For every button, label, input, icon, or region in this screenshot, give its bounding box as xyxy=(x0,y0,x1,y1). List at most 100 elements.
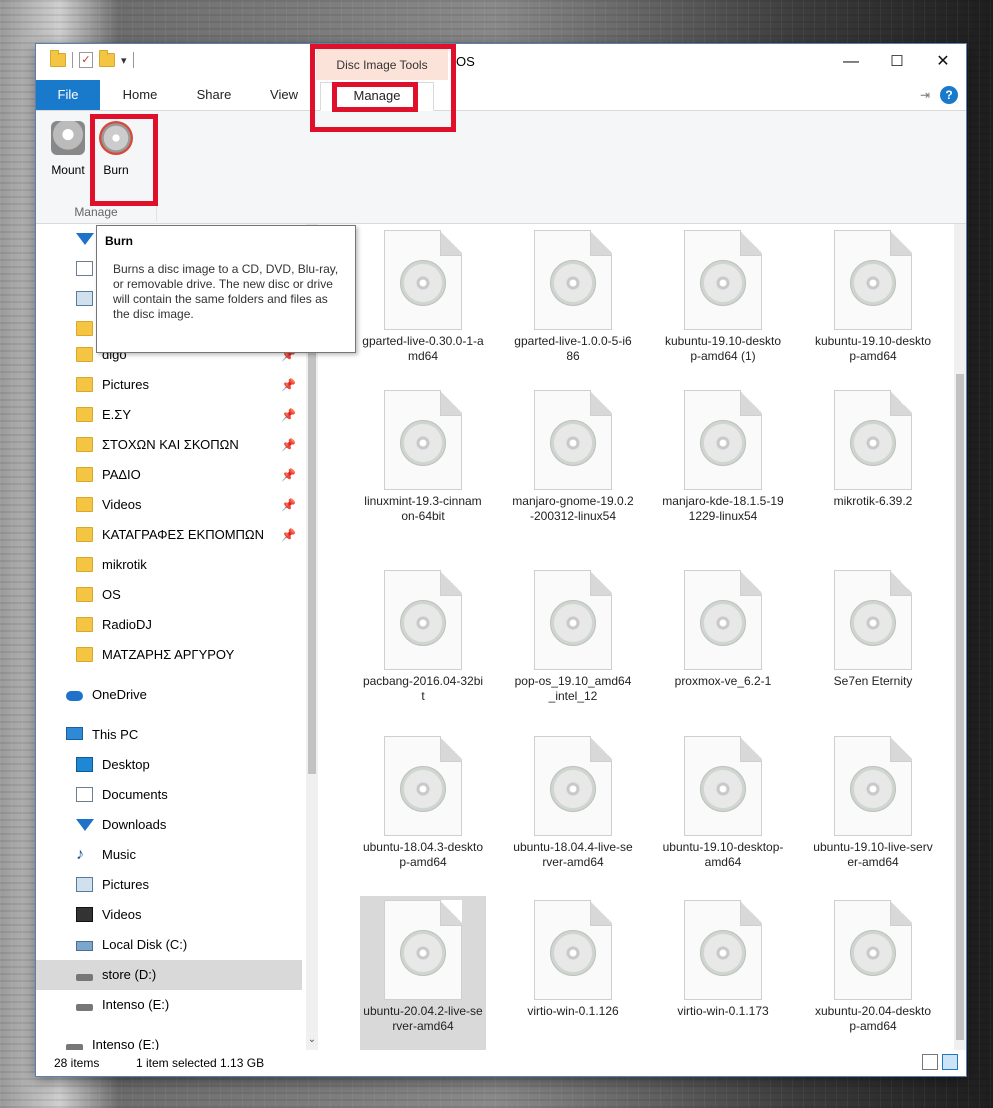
file-item[interactable]: gparted-live-0.30.0-1-amd64 xyxy=(360,226,486,376)
file-item[interactable]: linuxmint-19.3-cinnamon-64bit xyxy=(360,386,486,536)
page-fold xyxy=(890,230,912,256)
nav-item[interactable]: mikrotik xyxy=(36,550,302,580)
file-item[interactable]: ubuntu-18.04.3-desktop-amd64 xyxy=(360,732,486,882)
nav-item[interactable]: store (D:) xyxy=(36,960,302,990)
disc-icon xyxy=(700,260,746,306)
nav-item-label: Desktop xyxy=(102,757,150,772)
nav-item[interactable]: Downloads xyxy=(36,810,302,840)
tab-share[interactable]: Share xyxy=(186,80,242,110)
nav-item[interactable]: Videos 📌 xyxy=(36,490,302,520)
file-item[interactable]: ubuntu-18.04.4-live-server-amd64 xyxy=(510,732,636,882)
disc-icon xyxy=(550,600,596,646)
nav-item[interactable]: Pictures 📌 xyxy=(36,370,302,400)
nav-item-label: Videos xyxy=(102,907,142,922)
local-disk-icon xyxy=(76,941,93,951)
nav-item[interactable]: Pictures xyxy=(36,870,302,900)
nav-item[interactable]: ♪ Music xyxy=(36,840,302,870)
file-item[interactable]: Se7en Eternity xyxy=(810,566,936,716)
nav-item[interactable]: OneDrive xyxy=(36,680,302,710)
folder-icon xyxy=(76,377,93,392)
file-item[interactable]: ubuntu-19.10-desktop-amd64 xyxy=(660,732,786,882)
file-item[interactable]: mikrotik-6.39.2 xyxy=(810,386,936,536)
file-item[interactable]: ubuntu-19.10-live-server-amd64 xyxy=(810,732,936,882)
nav-item[interactable]: RadioDJ xyxy=(36,610,302,640)
tab-home[interactable]: Home xyxy=(112,80,168,110)
nav-item-label: OS xyxy=(102,587,121,602)
nav-item[interactable]: ΚΑΤΑΓΡΑΦΕΣ ΕΚΠΟΜΠΩΝ 📌 xyxy=(36,520,302,550)
tooltip-body: Burns a disc image to a CD, DVD, Blu-ray… xyxy=(113,262,339,321)
nav-item-label: ΣΤΟΧΩΝ ΚΑΙ ΣΚΟΠΩΝ xyxy=(102,437,239,452)
file-item[interactable]: kubuntu-19.10-desktop-amd64 xyxy=(810,226,936,376)
nav-item-label: OneDrive xyxy=(92,687,147,702)
selection-info: 1 item selected 1.13 GB xyxy=(136,1056,265,1070)
file-name: pacbang-2016.04-32bit xyxy=(362,674,484,703)
music-icon: ♪ xyxy=(76,846,84,863)
pin-icon[interactable]: 📌 xyxy=(281,520,296,550)
nav-item[interactable]: ΣΤΟΧΩΝ ΚΑΙ ΣΚΟΠΩΝ 📌 xyxy=(36,430,302,460)
file-name: manjaro-gnome-19.0.2-200312-linux54 xyxy=(512,494,634,523)
file-item[interactable]: ubuntu-20.04.2-live-server-amd64 xyxy=(360,896,486,1050)
folder-icon xyxy=(76,407,93,422)
status-bar: 28 items 1 item selected 1.13 GB xyxy=(36,1050,966,1076)
pin-icon[interactable]: 📌 xyxy=(281,370,296,400)
nav-item-label: ΡΑΔΙΟ xyxy=(102,467,141,482)
download-icon xyxy=(76,233,94,245)
nav-item[interactable]: This PC xyxy=(36,720,302,750)
page-fold xyxy=(590,736,612,762)
folder-icon xyxy=(76,437,93,452)
file-item[interactable]: virtio-win-0.1.173 xyxy=(660,896,786,1046)
file-item[interactable]: pacbang-2016.04-32bit xyxy=(360,566,486,716)
nav-item[interactable]: ΜΑΤΖΑΡΗΣ ΑΡΓΥΡΟΥ xyxy=(36,640,302,670)
file-item[interactable]: proxmox-ve_6.2-1 xyxy=(660,566,786,716)
file-item[interactable]: virtio-win-0.1.126 xyxy=(510,896,636,1046)
folder-icon xyxy=(76,347,93,362)
file-item[interactable]: pop-os_19.10_amd64_intel_12 xyxy=(510,566,636,716)
nav-item[interactable]: Intenso (E:) xyxy=(36,1030,302,1050)
pin-icon[interactable]: 📌 xyxy=(281,460,296,490)
tab-file[interactable]: File xyxy=(36,80,100,110)
folder-icon xyxy=(76,587,93,602)
pin-icon[interactable]: 📌 xyxy=(281,400,296,430)
file-item[interactable]: manjaro-gnome-19.0.2-200312-linux54 xyxy=(510,386,636,536)
pin-ribbon-icon[interactable]: ⇥ xyxy=(920,88,930,102)
minimize-button[interactable]: — xyxy=(828,48,874,76)
file-name: proxmox-ve_6.2-1 xyxy=(674,674,772,688)
file-name: ubuntu-19.10-desktop-amd64 xyxy=(662,840,784,869)
close-button[interactable]: ✕ xyxy=(920,48,966,76)
large-icons-view-icon[interactable] xyxy=(942,1054,958,1070)
mount-button[interactable]: Mount xyxy=(44,117,92,199)
disc-icon xyxy=(850,930,896,976)
file-item[interactable]: kubuntu-19.10-desktop-amd64 (1) xyxy=(660,226,786,376)
content-scrollbar-thumb[interactable] xyxy=(956,374,964,1040)
page-fold xyxy=(890,570,912,596)
file-item[interactable]: manjaro-kde-18.1.5-191229-linux54 xyxy=(660,386,786,536)
nav-item[interactable]: Desktop xyxy=(36,750,302,780)
nav-item[interactable]: Videos xyxy=(36,900,302,930)
page-fold xyxy=(740,390,762,416)
ribbon-tabs: File Home Share View Manage ⇥ ? xyxy=(36,80,966,111)
new-folder-icon[interactable] xyxy=(99,50,115,67)
disc-icon xyxy=(700,600,746,646)
maximize-button[interactable]: ☐ xyxy=(874,48,920,76)
pin-icon[interactable]: 📌 xyxy=(281,490,296,520)
drive-icon xyxy=(76,1004,93,1011)
nav-item[interactable]: ΡΑΔΙΟ 📌 xyxy=(36,460,302,490)
disc-icon xyxy=(850,766,896,812)
file-name: virtio-win-0.1.126 xyxy=(527,1004,619,1018)
nav-item[interactable]: Local Disk (C:) xyxy=(36,930,302,960)
nav-item[interactable]: E.ΣΥ 📌 xyxy=(36,400,302,430)
nav-item-label: Documents xyxy=(102,787,168,802)
nav-item[interactable]: Documents xyxy=(36,780,302,810)
help-icon[interactable]: ? xyxy=(940,86,958,104)
tab-view[interactable]: View xyxy=(258,80,310,110)
file-item[interactable]: gparted-live-1.0.0-5-i686 xyxy=(510,226,636,376)
nav-item[interactable]: Intenso (E:) xyxy=(36,990,302,1020)
pin-icon[interactable]: 📌 xyxy=(281,430,296,460)
details-view-icon[interactable] xyxy=(922,1054,938,1070)
properties-icon[interactable]: ✓ xyxy=(79,52,93,68)
file-name: manjaro-kde-18.1.5-191229-linux54 xyxy=(662,494,784,523)
file-item[interactable]: xubuntu-20.04-desktop-amd64 xyxy=(810,896,936,1046)
customize-toolbar-dropdown[interactable]: ▾ xyxy=(121,54,127,67)
scroll-down-icon[interactable]: ⌄ xyxy=(306,1034,318,1045)
nav-item[interactable]: OS xyxy=(36,580,302,610)
